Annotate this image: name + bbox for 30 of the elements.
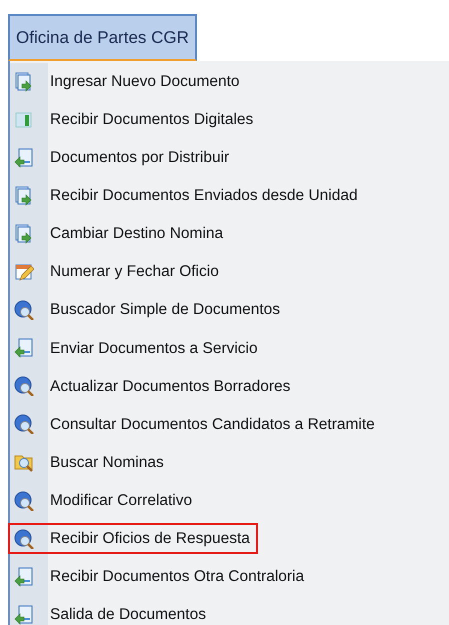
- globe-search-icon: [14, 528, 34, 549]
- globe-search-icon: [14, 414, 34, 434]
- document-arrow-icon: [14, 72, 34, 92]
- menu-item[interactable]: Recibir Oficios de Respuesta: [8, 523, 258, 554]
- menu-item[interactable]: Ingresar Nuevo Documento: [8, 66, 248, 98]
- document-arrow-icon: [14, 186, 34, 206]
- document-arrow-icon: [14, 338, 34, 358]
- document-arrow-icon: [14, 224, 34, 244]
- document-arrow-icon: [14, 148, 34, 168]
- menu-item[interactable]: Actualizar Documentos Borradores: [8, 370, 298, 402]
- menu-item[interactable]: Recibir Documentos Digitales: [8, 104, 262, 136]
- globe-search-icon: [14, 376, 34, 396]
- document-arrow-icon: [14, 604, 34, 625]
- menu-item[interactable]: Recibir Documentos Otra Contraloria: [8, 561, 312, 592]
- menu-item[interactable]: Enviar Documentos a Servicio: [8, 332, 266, 364]
- calendar-pencil-icon: [14, 262, 34, 282]
- menu-item[interactable]: Cambiar Destino Nomina: [8, 218, 232, 250]
- document-arrow-icon: [14, 566, 34, 587]
- menu-item[interactable]: Buscar Nominas: [8, 446, 172, 478]
- menu-item[interactable]: Buscador Simple de Documentos: [8, 294, 288, 326]
- menu-item[interactable]: Numerar y Fechar Oficio: [8, 256, 227, 288]
- menu-item[interactable]: Modificar Correlativo: [8, 485, 200, 516]
- menu-item[interactable]: Salida de Documentos: [8, 599, 214, 625]
- menu-title[interactable]: Oficina de Partes CGR: [8, 14, 197, 60]
- menu-item[interactable]: Documentos por Distribuir: [8, 142, 238, 174]
- menu-item[interactable]: Consultar Documentos Candidatos a Retramite: [8, 408, 383, 440]
- screen-icon: [14, 110, 34, 130]
- globe-search-icon: [14, 490, 34, 511]
- globe-search-icon: [14, 300, 34, 320]
- menu-item[interactable]: Recibir Documentos Enviados desde Unidad: [8, 180, 366, 212]
